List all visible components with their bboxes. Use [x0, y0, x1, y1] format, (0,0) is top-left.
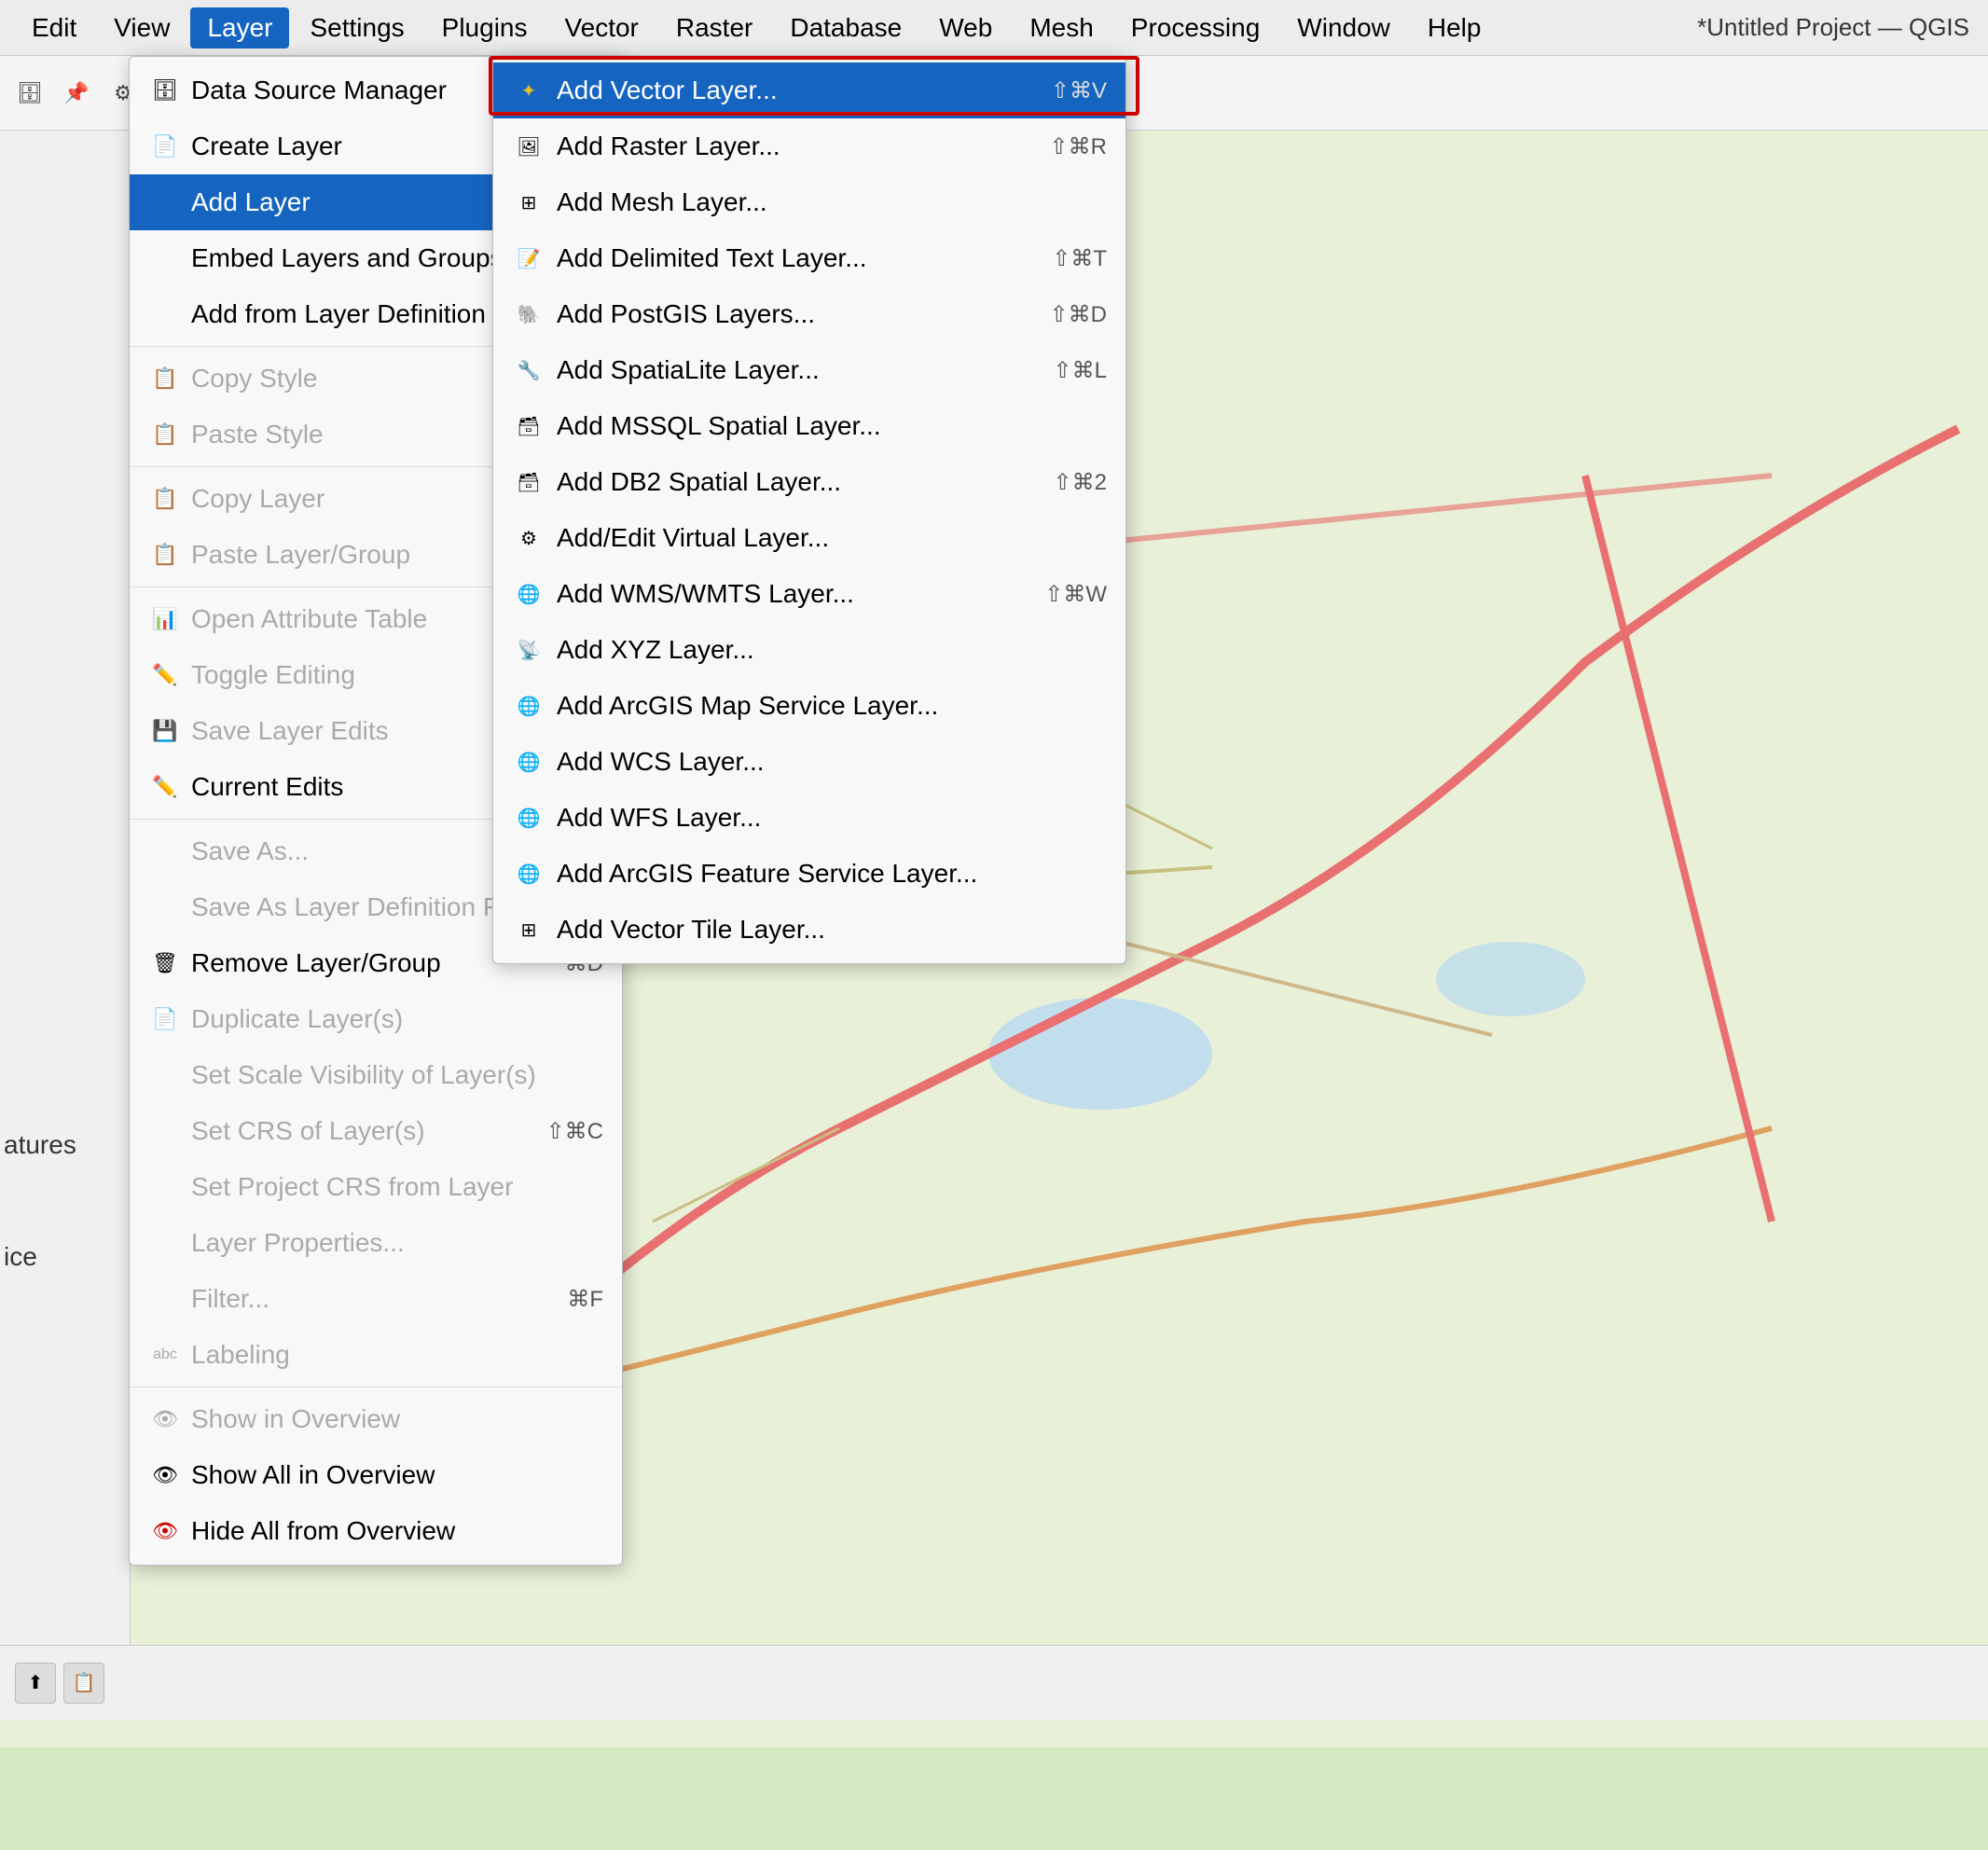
delimited-text-icon: 📝	[512, 242, 545, 275]
set-crs-icon	[148, 1114, 182, 1148]
submenu-add-wcs[interactable]: 🌐 Add WCS Layer...	[493, 734, 1125, 790]
menu-processing[interactable]: Processing	[1114, 7, 1277, 48]
duplicate-icon: 📄	[148, 1002, 182, 1036]
wms-icon: 🌐	[512, 577, 545, 611]
submenu-add-arcgis-map[interactable]: 🌐 Add ArcGIS Map Service Layer...	[493, 678, 1125, 734]
bottom-icon-clipboard[interactable]: 📋	[63, 1663, 104, 1704]
menu-window[interactable]: Window	[1280, 7, 1407, 48]
mesh-layer-icon: ⊞	[512, 186, 545, 219]
wfs-icon: 🌐	[512, 801, 545, 835]
submenu-add-db2[interactable]: 🗃 Add DB2 Spatial Layer... ⇧⌘2	[493, 454, 1125, 510]
copy-style-icon: 📋	[148, 362, 182, 395]
arcgis-feature-icon: 🌐	[512, 857, 545, 890]
wcs-icon: 🌐	[512, 745, 545, 779]
show-all-overview-icon: 👁	[148, 1458, 182, 1492]
toggle-editing-icon: ✏️	[148, 658, 182, 692]
submenu-add-mssql[interactable]: 🗃 Add MSSQL Spatial Layer...	[493, 398, 1125, 454]
menu-show-overview[interactable]: 👁 Show in Overview	[130, 1391, 622, 1447]
menu-layer[interactable]: Layer	[190, 7, 289, 48]
project-crs-icon	[148, 1170, 182, 1204]
submenu-add-spatialite[interactable]: 🔧 Add SpatiaLite Layer... ⇧⌘L	[493, 342, 1125, 398]
left-panel: atures ice	[0, 131, 131, 1719]
menu-show-all-overview[interactable]: 👁 Show All in Overview	[130, 1447, 622, 1503]
labeling-icon: abc	[148, 1338, 182, 1372]
submenu-add-postgis[interactable]: 🐘 Add PostGIS Layers... ⇧⌘D	[493, 286, 1125, 342]
attribute-table-icon: 📊	[148, 602, 182, 636]
menu-scale-visibility[interactable]: Set Scale Visibility of Layer(s)	[130, 1047, 622, 1103]
menu-help[interactable]: Help	[1411, 7, 1498, 48]
menu-database[interactable]: Database	[773, 7, 918, 48]
menu-plugins[interactable]: Plugins	[425, 7, 545, 48]
xyz-icon: 📡	[512, 633, 545, 667]
menu-duplicate-layer[interactable]: 📄 Duplicate Layer(s)	[130, 991, 622, 1047]
menu-settings[interactable]: Settings	[293, 7, 421, 48]
add-layer-submenu: ✦ Add Vector Layer... ⇧⌘V 🖼 Add Raster L…	[492, 56, 1126, 964]
menu-edit[interactable]: Edit	[15, 7, 93, 48]
virtual-layer-icon: ⚙	[512, 521, 545, 555]
spatialite-icon: 🔧	[512, 353, 545, 387]
definition-icon	[148, 297, 182, 331]
vector-layer-icon: ✦	[512, 74, 545, 107]
service-label: ice	[4, 1242, 37, 1272]
raster-layer-icon: 🖼	[512, 130, 545, 163]
add-layer-icon	[148, 186, 182, 219]
menu-labeling[interactable]: abc Labeling	[130, 1327, 622, 1383]
scale-visibility-icon	[148, 1058, 182, 1092]
layer-properties-icon	[148, 1226, 182, 1260]
hide-all-overview-icon: 👁	[148, 1514, 182, 1548]
remove-layer-icon: 🗑	[148, 946, 182, 980]
submenu-add-vector-tile[interactable]: ⊞ Add Vector Tile Layer...	[493, 902, 1125, 958]
toolbar-icon-1[interactable]: 🗄	[9, 73, 50, 114]
save-definition-icon	[148, 890, 182, 924]
menu-layer-properties[interactable]: Layer Properties...	[130, 1215, 622, 1271]
save-edits-icon: 💾	[148, 714, 182, 748]
paste-layer-icon: 📋	[148, 538, 182, 572]
submenu-add-wfs[interactable]: 🌐 Add WFS Layer...	[493, 790, 1125, 846]
vector-tile-icon: ⊞	[512, 913, 545, 946]
submenu-add-xyz[interactable]: 📡 Add XYZ Layer...	[493, 622, 1125, 678]
copy-layer-icon: 📋	[148, 482, 182, 516]
arcgis-map-icon: 🌐	[512, 689, 545, 723]
postgis-icon: 🐘	[512, 297, 545, 331]
menu-set-crs[interactable]: Set CRS of Layer(s) ⇧⌘C	[130, 1103, 622, 1159]
data-source-icon: 🗄	[148, 74, 182, 107]
submenu-add-vector[interactable]: ✦ Add Vector Layer... ⇧⌘V	[493, 62, 1125, 118]
db2-icon: 🗃	[512, 465, 545, 499]
current-edits-icon: ✏️	[148, 770, 182, 804]
save-as-icon	[148, 835, 182, 868]
window-title: *Untitled Project — QGIS	[1697, 13, 1969, 42]
create-layer-icon: 📄	[148, 130, 182, 163]
menu-web[interactable]: Web	[922, 7, 1009, 48]
toolbar-icon-2[interactable]: 📌	[56, 73, 97, 114]
menu-set-project-crs[interactable]: Set Project CRS from Layer	[130, 1159, 622, 1215]
submenu-add-mesh[interactable]: ⊞ Add Mesh Layer...	[493, 174, 1125, 230]
menu-raster[interactable]: Raster	[659, 7, 769, 48]
submenu-add-arcgis-feature[interactable]: 🌐 Add ArcGIS Feature Service Layer...	[493, 846, 1125, 902]
submenu-add-raster[interactable]: 🖼 Add Raster Layer... ⇧⌘R	[493, 118, 1125, 174]
menu-vector[interactable]: Vector	[548, 7, 656, 48]
menu-view[interactable]: View	[97, 7, 186, 48]
bottom-icon-up[interactable]: ⬆	[15, 1663, 56, 1704]
menu-mesh[interactable]: Mesh	[1013, 7, 1110, 48]
bottom-bar: ⬆ 📋	[0, 1645, 1988, 1719]
features-label: atures	[4, 1130, 76, 1160]
submenu-add-delimited[interactable]: 📝 Add Delimited Text Layer... ⇧⌘T	[493, 230, 1125, 286]
mssql-icon: 🗃	[512, 409, 545, 443]
paste-style-icon: 📋	[148, 418, 182, 451]
menu-hide-all-overview[interactable]: 👁 Hide All from Overview	[130, 1503, 622, 1559]
submenu-add-wms[interactable]: 🌐 Add WMS/WMTS Layer... ⇧⌘W	[493, 566, 1125, 622]
filter-icon	[148, 1282, 182, 1316]
menubar: Edit View Layer Settings Plugins Vector …	[0, 0, 1988, 56]
submenu-add-virtual[interactable]: ⚙ Add/Edit Virtual Layer...	[493, 510, 1125, 566]
separator-5	[130, 1387, 622, 1388]
menu-filter[interactable]: Filter... ⌘F	[130, 1271, 622, 1327]
show-overview-icon: 👁	[148, 1402, 182, 1436]
embed-icon	[148, 242, 182, 275]
